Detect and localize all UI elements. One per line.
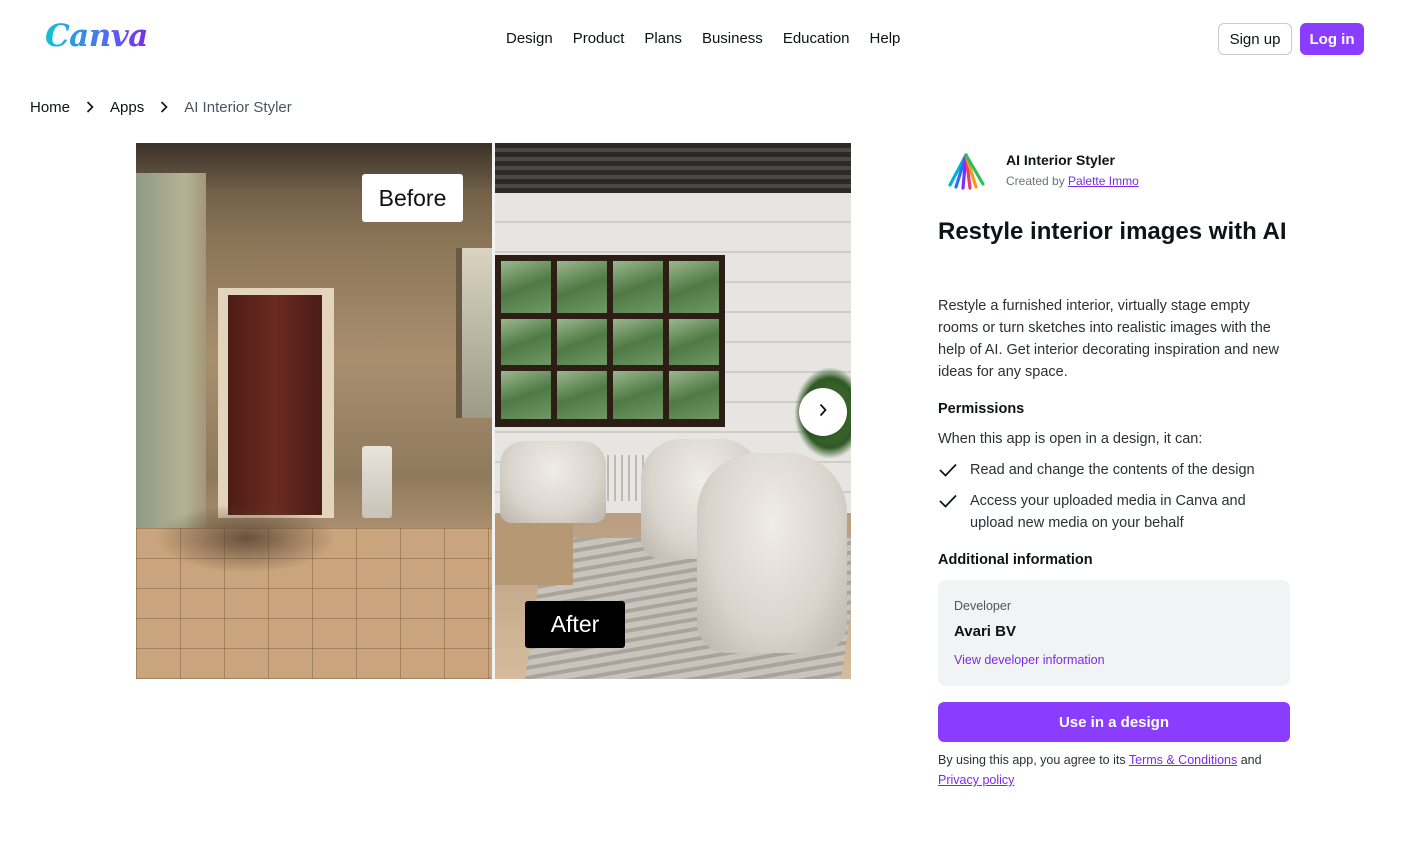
before-debris xyxy=(156,503,336,573)
developer-card: Developer Avari BV View developer inform… xyxy=(938,580,1290,686)
before-after-image: Before After xyxy=(136,143,851,679)
created-by: Created by Palette Immo xyxy=(1006,174,1139,188)
permissions-intro: When this app is open in a design, it ca… xyxy=(938,431,1203,447)
after-window xyxy=(495,255,725,427)
breadcrumb: Home Apps AI Interior Styler xyxy=(30,98,292,116)
breadcrumb-current: AI Interior Styler xyxy=(184,98,292,116)
developer-name: Avari BV xyxy=(954,623,1016,640)
permissions-heading: Permissions xyxy=(938,401,1025,417)
after-ceiling xyxy=(495,143,851,193)
developer-info-link[interactable]: View developer information xyxy=(954,653,1105,667)
permission-item: Access your uploaded media in Canva and … xyxy=(938,490,1290,534)
legal-prefix: By using this app, you agree to its xyxy=(938,753,1126,767)
window-pane xyxy=(613,319,663,365)
next-image-button[interactable] xyxy=(799,388,847,436)
creator-link[interactable]: Palette Immo xyxy=(1068,174,1139,188)
check-icon xyxy=(938,490,970,512)
window-pane xyxy=(501,319,551,365)
logo-text: Canva xyxy=(45,18,148,54)
nav-item-help[interactable]: Help xyxy=(860,30,911,48)
app-name: AI Interior Styler xyxy=(1006,152,1115,168)
chevron-right-icon xyxy=(818,403,828,422)
before-window xyxy=(456,248,493,418)
nav-item-business[interactable]: Business xyxy=(692,30,773,48)
check-icon xyxy=(938,459,970,481)
nav-item-plans[interactable]: Plans xyxy=(634,30,692,48)
after-coffee-table xyxy=(495,515,573,585)
after-armchair xyxy=(500,441,606,523)
breadcrumb-apps[interactable]: Apps xyxy=(110,99,144,116)
breadcrumb-home[interactable]: Home xyxy=(30,99,70,116)
additional-info-heading: Additional information xyxy=(938,552,1093,568)
app-logo-icon xyxy=(944,151,988,191)
permission-item: Read and change the contents of the desi… xyxy=(938,459,1290,481)
window-pane xyxy=(669,371,719,419)
window-pane xyxy=(669,319,719,365)
before-label: Before xyxy=(362,174,463,222)
before-door xyxy=(228,295,322,515)
after-label: After xyxy=(525,601,625,648)
after-armchair xyxy=(697,453,847,653)
before-image xyxy=(136,143,493,679)
sign-up-button[interactable]: Sign up xyxy=(1218,23,1292,55)
created-by-prefix: Created by xyxy=(1006,174,1065,188)
nav-item-product[interactable]: Product xyxy=(563,30,635,48)
chevron-right-icon xyxy=(144,98,184,116)
privacy-link[interactable]: Privacy policy xyxy=(938,773,1014,787)
page-title: Restyle interior images with AI xyxy=(938,218,1287,245)
terms-link[interactable]: Terms & Conditions xyxy=(1129,753,1237,767)
nav-item-education[interactable]: Education xyxy=(773,30,860,48)
before-wall xyxy=(136,173,206,553)
log-in-button[interactable]: Log in xyxy=(1300,23,1364,55)
window-pane xyxy=(613,371,663,419)
nav-item-design[interactable]: Design xyxy=(496,30,563,48)
window-pane xyxy=(613,261,663,313)
before-after-divider xyxy=(492,143,495,679)
main-nav: Design Product Plans Business Education … xyxy=(496,30,910,48)
chevron-right-icon xyxy=(70,98,110,116)
permission-text: Access your uploaded media in Canva and … xyxy=(970,493,1246,531)
before-heater xyxy=(362,446,392,518)
window-pane xyxy=(669,261,719,313)
window-pane xyxy=(557,261,607,313)
after-image xyxy=(495,143,851,679)
site-header: Canva Design Product Plans Business Educ… xyxy=(0,0,1413,78)
window-pane xyxy=(557,319,607,365)
app-description: Restyle a furnished interior, virtually … xyxy=(938,298,1279,380)
legal-and: and xyxy=(1240,753,1262,767)
legal-notice: By using this app, you agree to its Term… xyxy=(938,750,1290,790)
use-in-design-button[interactable]: Use in a design xyxy=(938,702,1290,742)
permission-text: Read and change the contents of the desi… xyxy=(970,462,1255,478)
developer-label: Developer xyxy=(954,599,1011,613)
window-pane xyxy=(557,371,607,419)
canva-logo[interactable]: Canva xyxy=(45,18,148,54)
window-pane xyxy=(501,261,551,313)
window-pane xyxy=(501,371,551,419)
